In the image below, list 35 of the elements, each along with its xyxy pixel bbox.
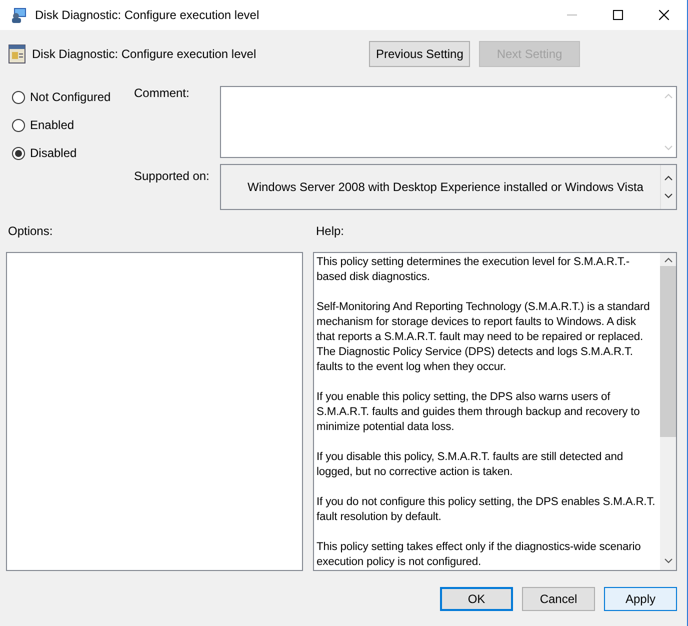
close-icon <box>659 10 669 20</box>
radio-button[interactable] <box>12 118 25 132</box>
radio-button[interactable] <box>12 146 25 160</box>
computer-user-icon <box>11 7 27 23</box>
supported-on-label: Supported on: <box>134 169 210 185</box>
ok-button[interactable]: OK <box>440 587 513 611</box>
window-title: Disk Diagnostic: Configure execution level <box>35 8 260 22</box>
apply-button[interactable]: Apply <box>604 587 677 611</box>
scroll-up-icon <box>664 175 673 181</box>
scroll-up-icon <box>664 93 672 99</box>
scroll-down-icon <box>664 558 672 564</box>
maximize-icon <box>613 10 623 20</box>
options-label: Options: <box>8 224 53 238</box>
radio-label: Enabled <box>30 118 74 132</box>
policy-icon <box>8 44 26 64</box>
comment-label: Comment: <box>134 86 190 102</box>
help-paragraph: This policy setting takes effect only if the diagnostics-wide scenario execution policy is not configured. <box>316 540 642 570</box>
help-label: Help: <box>316 224 344 240</box>
scrollbar[interactable] <box>660 253 676 570</box>
help-paragraph: Self-Monitoring And Reporting Technology (S.M.A.R.T.) is a standard mechanism for storage devices to report faults to Windows. A disk that reports a S.M.A.R.T. fault may need to be repaired or replaced. The Diagnostic Policy Service (DPS) detects and logs S.M.A.R.T. faults to the event log when they occur. <box>316 300 651 375</box>
help-paragraph: If you do not configure this policy setting, the DPS enables S.M.A.R.T. fault resolution by default. <box>316 495 656 525</box>
radio-button[interactable] <box>12 90 25 104</box>
scroll-up-icon <box>664 257 672 263</box>
scroll-down-icon <box>664 193 673 199</box>
help-paragraph: This policy setting determines the execution level for S.M.A.R.T.-based disk diagnostics. <box>316 255 631 285</box>
setting-title: Disk Diagnostic: Configure execution level <box>32 47 258 61</box>
help-paragraph: If you disable this policy, S.M.A.R.T. faults are still detected and logged, but no corrective action is taken. <box>316 450 624 480</box>
help-paragraph: If you enable this policy setting, the DPS also warns users of S.M.A.R.T. faults and guides them through backup and recovery to minimize potential data loss. <box>316 390 641 435</box>
scroll-down-icon <box>664 145 672 151</box>
cancel-button[interactable]: Cancel <box>522 587 595 611</box>
radio-label: Not Configured <box>30 90 111 104</box>
radio-label: Disabled <box>30 146 77 160</box>
supported-on-text: Windows Server 2008 with Desktop Experience installed or Windows Vista <box>246 180 644 194</box>
comment-field[interactable] <box>220 86 677 158</box>
previous-setting-button[interactable]: Previous Setting <box>369 41 470 67</box>
